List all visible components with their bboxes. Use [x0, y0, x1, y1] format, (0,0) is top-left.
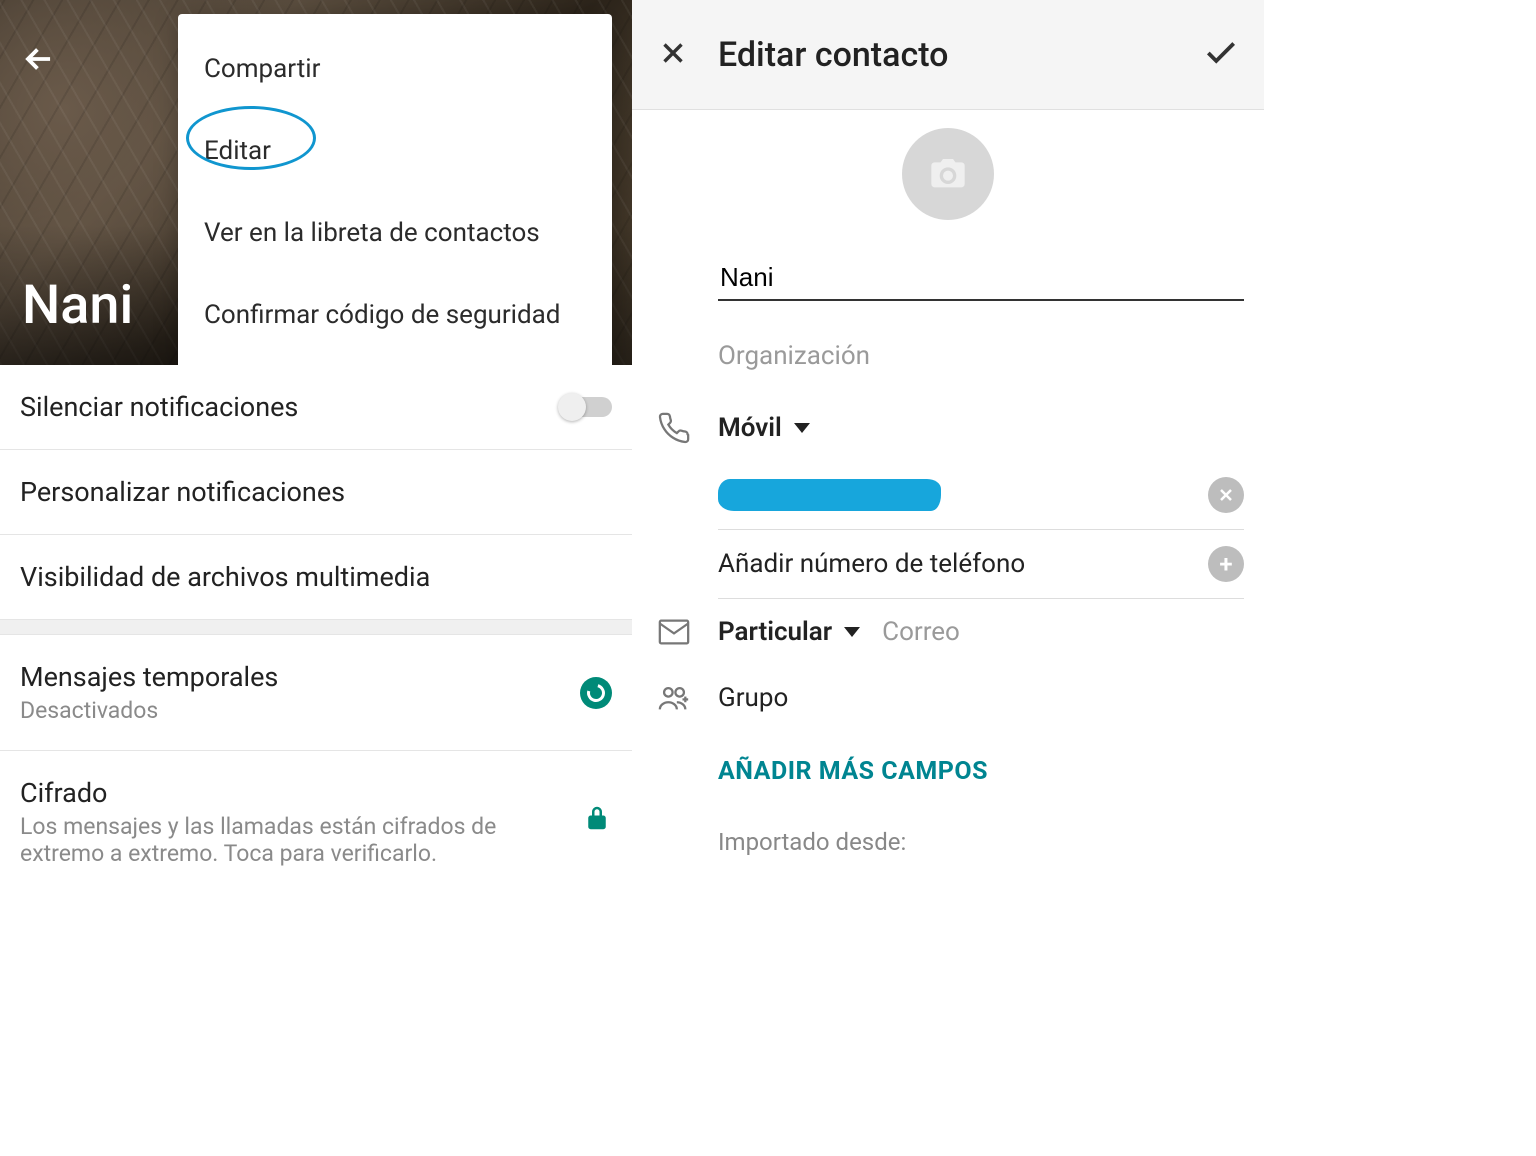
chevron-down-icon — [794, 423, 810, 433]
phone-number-redacted[interactable] — [718, 479, 941, 511]
section-divider — [0, 619, 632, 635]
back-arrow-icon[interactable] — [20, 40, 58, 82]
setting-media-label: Visibilidad de archivos multimedia — [20, 561, 612, 593]
add-more-fields-button[interactable]: AÑADIR MÁS CAMPOS — [652, 731, 1244, 812]
timer-icon — [580, 677, 612, 709]
name-input[interactable] — [718, 256, 1244, 301]
contact-photo-button[interactable] — [902, 128, 994, 220]
phone-icon — [652, 411, 696, 445]
group-field[interactable]: Grupo — [718, 683, 788, 713]
setting-customize-notifications[interactable]: Personalizar notificaciones — [0, 450, 632, 535]
overflow-menu: Compartir Editar Ver en la libreta de co… — [178, 14, 612, 365]
email-type-label: Particular — [718, 617, 832, 647]
edit-contact-title: Editar contacto — [718, 35, 1174, 75]
disappearing-status: Desactivados — [20, 697, 580, 724]
phone-type-dropdown[interactable]: Móvil — [718, 413, 810, 443]
imported-from-label: Importado desde: — [652, 812, 1244, 856]
phone-type-label: Móvil — [718, 413, 782, 443]
camera-icon — [928, 154, 968, 194]
edit-contact-topbar: Editar contacto — [632, 0, 1264, 110]
encryption-desc: Los mensajes y las llamadas están cifrad… — [20, 813, 500, 867]
setting-mute-label: Silenciar notificaciones — [20, 391, 560, 423]
lock-icon — [582, 803, 612, 840]
setting-mute[interactable]: Silenciar notificaciones — [0, 365, 632, 450]
mute-toggle[interactable] — [560, 397, 612, 417]
confirm-icon[interactable] — [1202, 34, 1240, 76]
menu-view-in-contacts[interactable]: Ver en la libreta de contactos — [178, 192, 612, 274]
clear-phone-button[interactable] — [1208, 477, 1244, 513]
group-icon — [652, 681, 696, 715]
setting-customize-label: Personalizar notificaciones — [20, 476, 612, 508]
menu-verify-security[interactable]: Confirmar código de seguridad — [178, 274, 612, 356]
menu-edit[interactable]: Editar — [178, 110, 612, 192]
add-phone-button[interactable]: + — [1208, 546, 1244, 582]
contact-hero: Nani Compartir Editar Ver en la libreta … — [0, 0, 632, 365]
email-type-dropdown[interactable]: Particular — [718, 617, 860, 647]
email-icon — [652, 615, 696, 649]
setting-encryption[interactable]: Cifrado Los mensajes y las llamadas está… — [0, 751, 632, 893]
menu-share[interactable]: Compartir — [178, 28, 612, 110]
add-phone-label[interactable]: Añadir número de teléfono — [718, 549, 1186, 579]
organization-field[interactable]: Organización — [718, 341, 1244, 371]
encryption-title: Cifrado — [20, 777, 582, 809]
setting-media-visibility[interactable]: Visibilidad de archivos multimedia — [0, 535, 632, 619]
contact-name: Nani — [22, 274, 133, 337]
disappearing-title: Mensajes temporales — [20, 661, 580, 693]
email-input[interactable]: Correo — [882, 617, 1244, 647]
setting-disappearing[interactable]: Mensajes temporales Desactivados — [0, 635, 632, 751]
close-icon[interactable] — [656, 36, 690, 74]
chevron-down-icon — [844, 627, 860, 637]
